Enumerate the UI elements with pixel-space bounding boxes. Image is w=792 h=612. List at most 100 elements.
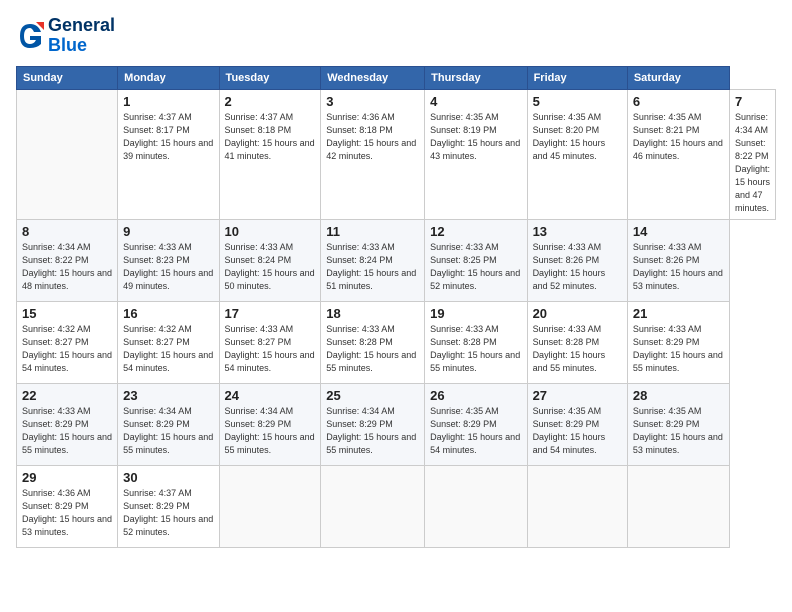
- day-number: 12: [430, 224, 521, 239]
- day-cell-1: 1 Sunrise: 4:37 AM Sunset: 8:17 PM Dayli…: [118, 89, 219, 219]
- col-header-tuesday: Tuesday: [219, 66, 321, 89]
- day-info: Sunrise: 4:35 AM Sunset: 8:29 PM Dayligh…: [633, 405, 724, 457]
- day-cell-3: 3 Sunrise: 4:36 AM Sunset: 8:18 PM Dayli…: [321, 89, 425, 219]
- empty-cell: [321, 465, 425, 547]
- day-info: Sunrise: 4:37 AM Sunset: 8:18 PM Dayligh…: [225, 111, 316, 163]
- day-number: 16: [123, 306, 213, 321]
- day-number: 18: [326, 306, 419, 321]
- calendar-table: SundayMondayTuesdayWednesdayThursdayFrid…: [16, 66, 776, 548]
- calendar-page: General Blue SundayMondayTuesdayWednesda…: [0, 0, 792, 612]
- day-number: 27: [533, 388, 622, 403]
- day-info: Sunrise: 4:35 AM Sunset: 8:19 PM Dayligh…: [430, 111, 521, 163]
- day-cell-30: 30 Sunrise: 4:37 AM Sunset: 8:29 PM Dayl…: [118, 465, 219, 547]
- day-cell-9: 9 Sunrise: 4:33 AM Sunset: 8:23 PM Dayli…: [118, 219, 219, 301]
- day-info: Sunrise: 4:33 AM Sunset: 8:28 PM Dayligh…: [430, 323, 521, 375]
- empty-cell: [219, 465, 321, 547]
- day-cell-19: 19 Sunrise: 4:33 AM Sunset: 8:28 PM Dayl…: [425, 301, 527, 383]
- day-number: 13: [533, 224, 622, 239]
- day-number: 1: [123, 94, 213, 109]
- day-number: 22: [22, 388, 112, 403]
- day-info: Sunrise: 4:33 AM Sunset: 8:28 PM Dayligh…: [326, 323, 419, 375]
- day-number: 7: [735, 94, 770, 109]
- day-number: 29: [22, 470, 112, 485]
- day-cell-5: 5 Sunrise: 4:35 AM Sunset: 8:20 PM Dayli…: [527, 89, 627, 219]
- day-number: 10: [225, 224, 316, 239]
- page-header: General Blue: [16, 16, 776, 56]
- day-number: 26: [430, 388, 521, 403]
- day-number: 2: [225, 94, 316, 109]
- day-cell-20: 20 Sunrise: 4:33 AM Sunset: 8:28 PM Dayl…: [527, 301, 627, 383]
- day-cell-24: 24 Sunrise: 4:34 AM Sunset: 8:29 PM Dayl…: [219, 383, 321, 465]
- day-cell-26: 26 Sunrise: 4:35 AM Sunset: 8:29 PM Dayl…: [425, 383, 527, 465]
- empty-cell: [527, 465, 627, 547]
- day-info: Sunrise: 4:33 AM Sunset: 8:29 PM Dayligh…: [22, 405, 112, 457]
- day-number: 8: [22, 224, 112, 239]
- empty-cell: [627, 465, 729, 547]
- week-row-2: 8 Sunrise: 4:34 AM Sunset: 8:22 PM Dayli…: [17, 219, 776, 301]
- col-header-saturday: Saturday: [627, 66, 729, 89]
- day-number: 5: [533, 94, 622, 109]
- day-info: Sunrise: 4:37 AM Sunset: 8:17 PM Dayligh…: [123, 111, 213, 163]
- day-number: 25: [326, 388, 419, 403]
- empty-cell: [425, 465, 527, 547]
- day-cell-16: 16 Sunrise: 4:32 AM Sunset: 8:27 PM Dayl…: [118, 301, 219, 383]
- day-cell-22: 22 Sunrise: 4:33 AM Sunset: 8:29 PM Dayl…: [17, 383, 118, 465]
- col-header-thursday: Thursday: [425, 66, 527, 89]
- day-number: 23: [123, 388, 213, 403]
- col-header-sunday: Sunday: [17, 66, 118, 89]
- day-number: 28: [633, 388, 724, 403]
- day-number: 21: [633, 306, 724, 321]
- day-cell-15: 15 Sunrise: 4:32 AM Sunset: 8:27 PM Dayl…: [17, 301, 118, 383]
- day-info: Sunrise: 4:33 AM Sunset: 8:23 PM Dayligh…: [123, 241, 213, 293]
- day-info: Sunrise: 4:35 AM Sunset: 8:21 PM Dayligh…: [633, 111, 724, 163]
- col-header-monday: Monday: [118, 66, 219, 89]
- day-cell-14: 14 Sunrise: 4:33 AM Sunset: 8:26 PM Dayl…: [627, 219, 729, 301]
- day-cell-10: 10 Sunrise: 4:33 AM Sunset: 8:24 PM Dayl…: [219, 219, 321, 301]
- day-info: Sunrise: 4:34 AM Sunset: 8:22 PM Dayligh…: [22, 241, 112, 293]
- day-number: 24: [225, 388, 316, 403]
- day-number: 30: [123, 470, 213, 485]
- calendar-header-row: SundayMondayTuesdayWednesdayThursdayFrid…: [17, 66, 776, 89]
- day-cell-21: 21 Sunrise: 4:33 AM Sunset: 8:29 PM Dayl…: [627, 301, 729, 383]
- day-info: Sunrise: 4:36 AM Sunset: 8:29 PM Dayligh…: [22, 487, 112, 539]
- empty-cell: [17, 89, 118, 219]
- day-cell-28: 28 Sunrise: 4:35 AM Sunset: 8:29 PM Dayl…: [627, 383, 729, 465]
- day-cell-17: 17 Sunrise: 4:33 AM Sunset: 8:27 PM Dayl…: [219, 301, 321, 383]
- day-cell-18: 18 Sunrise: 4:33 AM Sunset: 8:28 PM Dayl…: [321, 301, 425, 383]
- day-cell-25: 25 Sunrise: 4:34 AM Sunset: 8:29 PM Dayl…: [321, 383, 425, 465]
- day-info: Sunrise: 4:33 AM Sunset: 8:24 PM Dayligh…: [326, 241, 419, 293]
- day-info: Sunrise: 4:33 AM Sunset: 8:24 PM Dayligh…: [225, 241, 316, 293]
- day-cell-4: 4 Sunrise: 4:35 AM Sunset: 8:19 PM Dayli…: [425, 89, 527, 219]
- day-info: Sunrise: 4:34 AM Sunset: 8:22 PM Dayligh…: [735, 111, 770, 215]
- day-info: Sunrise: 4:36 AM Sunset: 8:18 PM Dayligh…: [326, 111, 419, 163]
- day-info: Sunrise: 4:33 AM Sunset: 8:27 PM Dayligh…: [225, 323, 316, 375]
- logo: General Blue: [16, 16, 115, 56]
- week-row-4: 22 Sunrise: 4:33 AM Sunset: 8:29 PM Dayl…: [17, 383, 776, 465]
- logo-text: General Blue: [48, 16, 115, 56]
- day-cell-6: 6 Sunrise: 4:35 AM Sunset: 8:21 PM Dayli…: [627, 89, 729, 219]
- day-cell-13: 13 Sunrise: 4:33 AM Sunset: 8:26 PM Dayl…: [527, 219, 627, 301]
- day-cell-2: 2 Sunrise: 4:37 AM Sunset: 8:18 PM Dayli…: [219, 89, 321, 219]
- week-row-3: 15 Sunrise: 4:32 AM Sunset: 8:27 PM Dayl…: [17, 301, 776, 383]
- col-header-wednesday: Wednesday: [321, 66, 425, 89]
- day-info: Sunrise: 4:33 AM Sunset: 8:26 PM Dayligh…: [633, 241, 724, 293]
- day-cell-29: 29 Sunrise: 4:36 AM Sunset: 8:29 PM Dayl…: [17, 465, 118, 547]
- day-info: Sunrise: 4:33 AM Sunset: 8:25 PM Dayligh…: [430, 241, 521, 293]
- day-info: Sunrise: 4:35 AM Sunset: 8:20 PM Dayligh…: [533, 111, 622, 163]
- day-info: Sunrise: 4:35 AM Sunset: 8:29 PM Dayligh…: [430, 405, 521, 457]
- day-number: 17: [225, 306, 316, 321]
- day-info: Sunrise: 4:32 AM Sunset: 8:27 PM Dayligh…: [123, 323, 213, 375]
- day-cell-8: 8 Sunrise: 4:34 AM Sunset: 8:22 PM Dayli…: [17, 219, 118, 301]
- day-info: Sunrise: 4:33 AM Sunset: 8:29 PM Dayligh…: [633, 323, 724, 375]
- day-number: 6: [633, 94, 724, 109]
- day-number: 20: [533, 306, 622, 321]
- day-cell-7: 7 Sunrise: 4:34 AM Sunset: 8:22 PM Dayli…: [729, 89, 775, 219]
- day-cell-27: 27 Sunrise: 4:35 AM Sunset: 8:29 PM Dayl…: [527, 383, 627, 465]
- day-number: 15: [22, 306, 112, 321]
- day-cell-11: 11 Sunrise: 4:33 AM Sunset: 8:24 PM Dayl…: [321, 219, 425, 301]
- day-number: 14: [633, 224, 724, 239]
- day-number: 4: [430, 94, 521, 109]
- day-info: Sunrise: 4:34 AM Sunset: 8:29 PM Dayligh…: [225, 405, 316, 457]
- week-row-1: 1 Sunrise: 4:37 AM Sunset: 8:17 PM Dayli…: [17, 89, 776, 219]
- day-info: Sunrise: 4:34 AM Sunset: 8:29 PM Dayligh…: [123, 405, 213, 457]
